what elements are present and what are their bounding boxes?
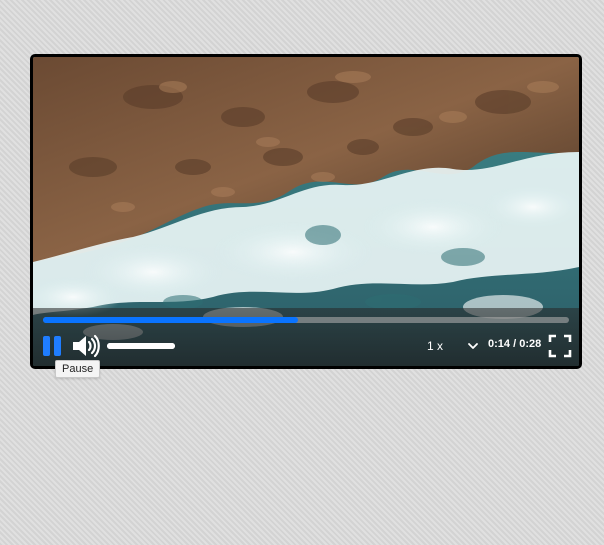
video-player[interactable]: 1 x 0:14 / 0:28 (30, 54, 582, 369)
progress-bar[interactable] (43, 317, 569, 323)
chevron-down-icon (468, 343, 478, 349)
time-current: 0:14 (488, 338, 511, 350)
fullscreen-button[interactable] (548, 334, 572, 358)
pause-icon (41, 336, 63, 356)
fullscreen-icon (548, 334, 572, 358)
volume-high-icon (73, 334, 100, 358)
time-separator: / (513, 338, 517, 350)
progress-fill (43, 317, 299, 323)
time-display: 0:14 / 0:28 (488, 338, 541, 350)
control-bar: 1 x 0:14 / 0:28 (33, 308, 579, 366)
volume-button[interactable] (71, 333, 101, 359)
playback-speed-select[interactable]: 1 x (427, 336, 479, 356)
pause-button[interactable] (41, 335, 63, 357)
pause-tooltip: Pause (55, 360, 101, 378)
time-total: 0:28 (519, 338, 542, 350)
volume-slider[interactable] (107, 343, 175, 349)
volume-fill (107, 343, 175, 349)
playback-speed-value: 1 x (427, 339, 444, 353)
